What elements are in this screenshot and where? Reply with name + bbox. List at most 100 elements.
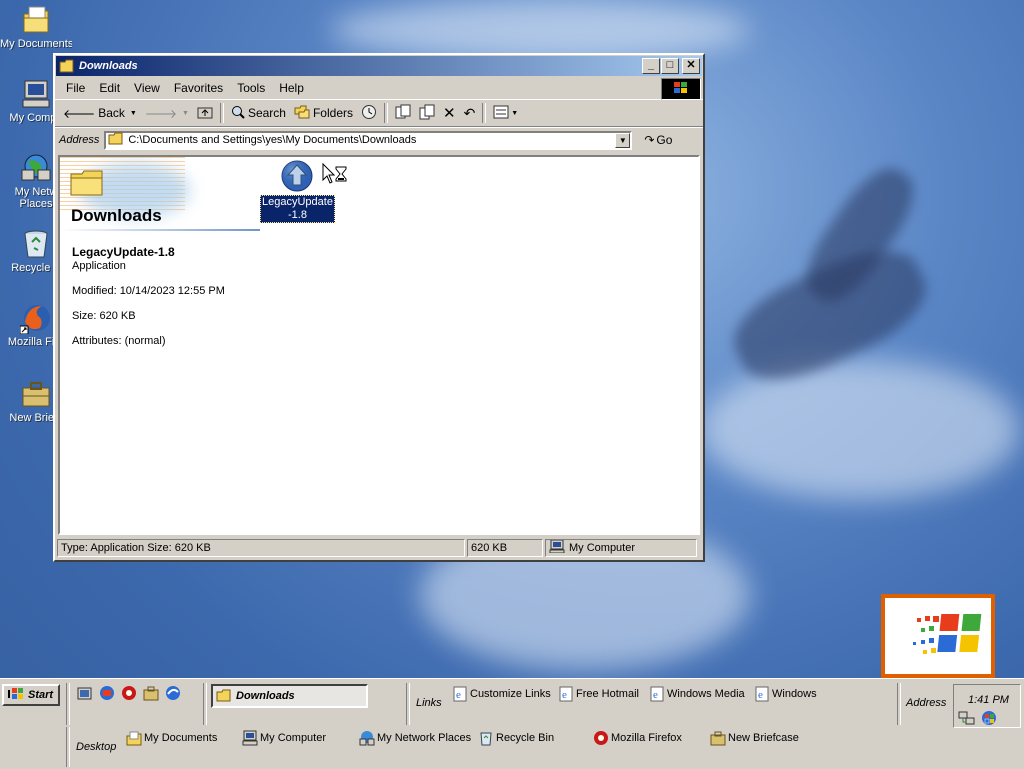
link-customize-links[interactable]: e Customize Links <box>452 686 551 702</box>
ie-page-icon: e <box>649 686 665 702</box>
delete-button[interactable]: ✕ <box>439 102 460 124</box>
maximize-button[interactable]: □ <box>661 58 679 74</box>
windows-logo-wallpaper <box>881 594 995 678</box>
forward-arrow-icon: 🡒 <box>144 106 177 121</box>
folder-icon <box>59 59 75 73</box>
desktop-toolbar-network-places[interactable]: My Network Places <box>359 730 471 746</box>
item-type: Application <box>72 260 126 272</box>
ie-page-icon: e <box>754 686 770 702</box>
show-desktop-icon[interactable] <box>77 685 93 701</box>
ie-page-icon: e <box>558 686 574 702</box>
taskbar: Start Downloads Links e Customize Links … <box>0 678 1024 769</box>
svg-text:e: e <box>456 689 461 701</box>
status-type-size: Type: Application Size: 620 KB <box>57 539 465 557</box>
back-button[interactable]: 🡐 Back ▼ <box>59 102 141 124</box>
delete-icon: ✕ <box>442 105 456 122</box>
menu-favorites[interactable]: Favorites <box>167 81 230 95</box>
network-tray-icon[interactable] <box>958 710 976 729</box>
taskbar-separator <box>66 683 70 725</box>
link-free-hotmail[interactable]: e Free Hotmail <box>558 686 639 702</box>
status-size: 620 KB <box>467 539 543 557</box>
taskbar-separator <box>66 727 70 767</box>
system-tray: 1:41 PM <box>953 684 1021 728</box>
item-attributes: Attributes: (normal) <box>72 335 166 347</box>
history-button[interactable] <box>357 102 381 124</box>
back-arrow-icon: 🡐 <box>63 106 96 121</box>
forward-button[interactable]: 🡒 ▼ <box>141 102 193 124</box>
minimize-button[interactable]: _ <box>642 58 660 74</box>
move-to-button[interactable] <box>391 102 415 124</box>
desktop-icon-my-documents[interactable]: My Documents <box>0 4 72 50</box>
windows-throbber-icon <box>661 78 701 100</box>
briefcase-icon <box>710 730 726 746</box>
copy-to-icon <box>419 104 435 123</box>
svg-text:e: e <box>653 689 658 701</box>
status-zone-label: My Computer <box>569 542 636 554</box>
menu-tools[interactable]: Tools <box>230 81 272 95</box>
folders-icon <box>294 105 310 122</box>
briefcase-icon[interactable] <box>143 685 159 701</box>
folders-button[interactable]: Folders <box>290 102 357 124</box>
title-bar[interactable]: Downloads _ □ ✕ <box>56 56 702 76</box>
go-button[interactable]: ↷ Go <box>640 129 676 151</box>
up-folder-button[interactable] <box>193 102 217 124</box>
start-button[interactable]: Start <box>2 684 60 706</box>
svg-text:e: e <box>758 689 763 701</box>
views-button[interactable]: ▼ <box>489 102 522 124</box>
desktop-toolbar-briefcase[interactable]: New Briefcase <box>710 730 799 746</box>
task-button-label: Downloads <box>236 690 295 702</box>
standard-toolbar: 🡐 Back ▼ 🡒 ▼ Search Folders ✕ ↶ ▼ <box>55 99 703 127</box>
item-name: LegacyUpdate-1.8 <box>72 245 175 259</box>
menu-edit[interactable]: Edit <box>92 81 127 95</box>
desktop-toolbar-my-computer[interactable]: My Computer <box>242 730 326 746</box>
link-windows-media[interactable]: e Windows Media <box>649 686 745 702</box>
toolbar-separator <box>219 103 224 123</box>
desktop-toolbar-label: New Briefcase <box>728 732 799 744</box>
webview-title-underline <box>60 229 260 231</box>
undo-button[interactable]: ↶ <box>460 102 480 124</box>
taskbar-separator <box>897 683 901 725</box>
firefox-icon <box>593 730 609 746</box>
ie-page-icon: e <box>452 686 468 702</box>
toolbar-separator <box>482 103 487 123</box>
chevron-down-icon: ▼ <box>129 109 137 117</box>
clock[interactable]: 1:41 PM <box>968 694 1009 706</box>
status-bar: Type: Application Size: 620 KB 620 KB My… <box>57 539 701 559</box>
my-computer-icon <box>20 78 52 110</box>
folder-view[interactable]: Downloads LegacyUpdate-1.8 Application M… <box>58 155 700 535</box>
recycle-bin-icon <box>478 730 494 746</box>
desktop-toolbar-label: My Network Places <box>377 732 472 744</box>
menu-help[interactable]: Help <box>272 81 311 95</box>
search-icon <box>231 105 245 122</box>
menu-view[interactable]: View <box>127 81 167 95</box>
menu-file[interactable]: File <box>59 81 92 95</box>
my-documents-icon <box>20 4 52 36</box>
address-bar: Address C:\Documents and Settings\yes\My… <box>55 127 703 152</box>
desktop-toolbar-label: My Documents <box>144 732 218 744</box>
address-dropdown-button[interactable]: ▼ <box>615 132 631 148</box>
address-label: Address <box>59 134 100 146</box>
windows-update-icon[interactable] <box>99 685 115 701</box>
desktop-toolbar-firefox[interactable]: Mozilla Firefox <box>593 730 682 746</box>
desktop-toolbar-my-documents[interactable]: My Documents <box>126 730 217 746</box>
link-windows[interactable]: e Windows <box>754 686 817 702</box>
links-label: Links <box>416 697 442 709</box>
folder-icon <box>108 132 124 148</box>
webview-folder-title: Downloads <box>71 206 162 225</box>
desktop-toolbar-recycle-bin[interactable]: Recycle Bin <box>478 730 554 746</box>
copy-to-button[interactable] <box>415 102 439 124</box>
task-button-downloads[interactable]: Downloads <box>211 684 368 708</box>
explorer-window[interactable]: Downloads _ □ ✕ File Edit View Favorites… <box>53 53 705 562</box>
internet-explorer-icon[interactable] <box>165 685 181 701</box>
firefox-icon[interactable] <box>121 685 137 701</box>
address-field[interactable]: C:\Documents and Settings\yes\My Documen… <box>104 130 633 150</box>
network-places-icon <box>359 730 375 746</box>
taskbar-address-label[interactable]: Address <box>906 697 946 709</box>
close-button[interactable]: ✕ <box>682 58 700 74</box>
search-button[interactable]: Search <box>227 102 290 124</box>
link-label: Free Hotmail <box>576 688 639 700</box>
update-tray-icon[interactable] <box>980 710 998 729</box>
menu-bar: File Edit View Favorites Tools Help <box>55 77 703 100</box>
cloud <box>330 0 750 60</box>
desktop-toolbar-label: Mozilla Firefox <box>611 732 682 744</box>
